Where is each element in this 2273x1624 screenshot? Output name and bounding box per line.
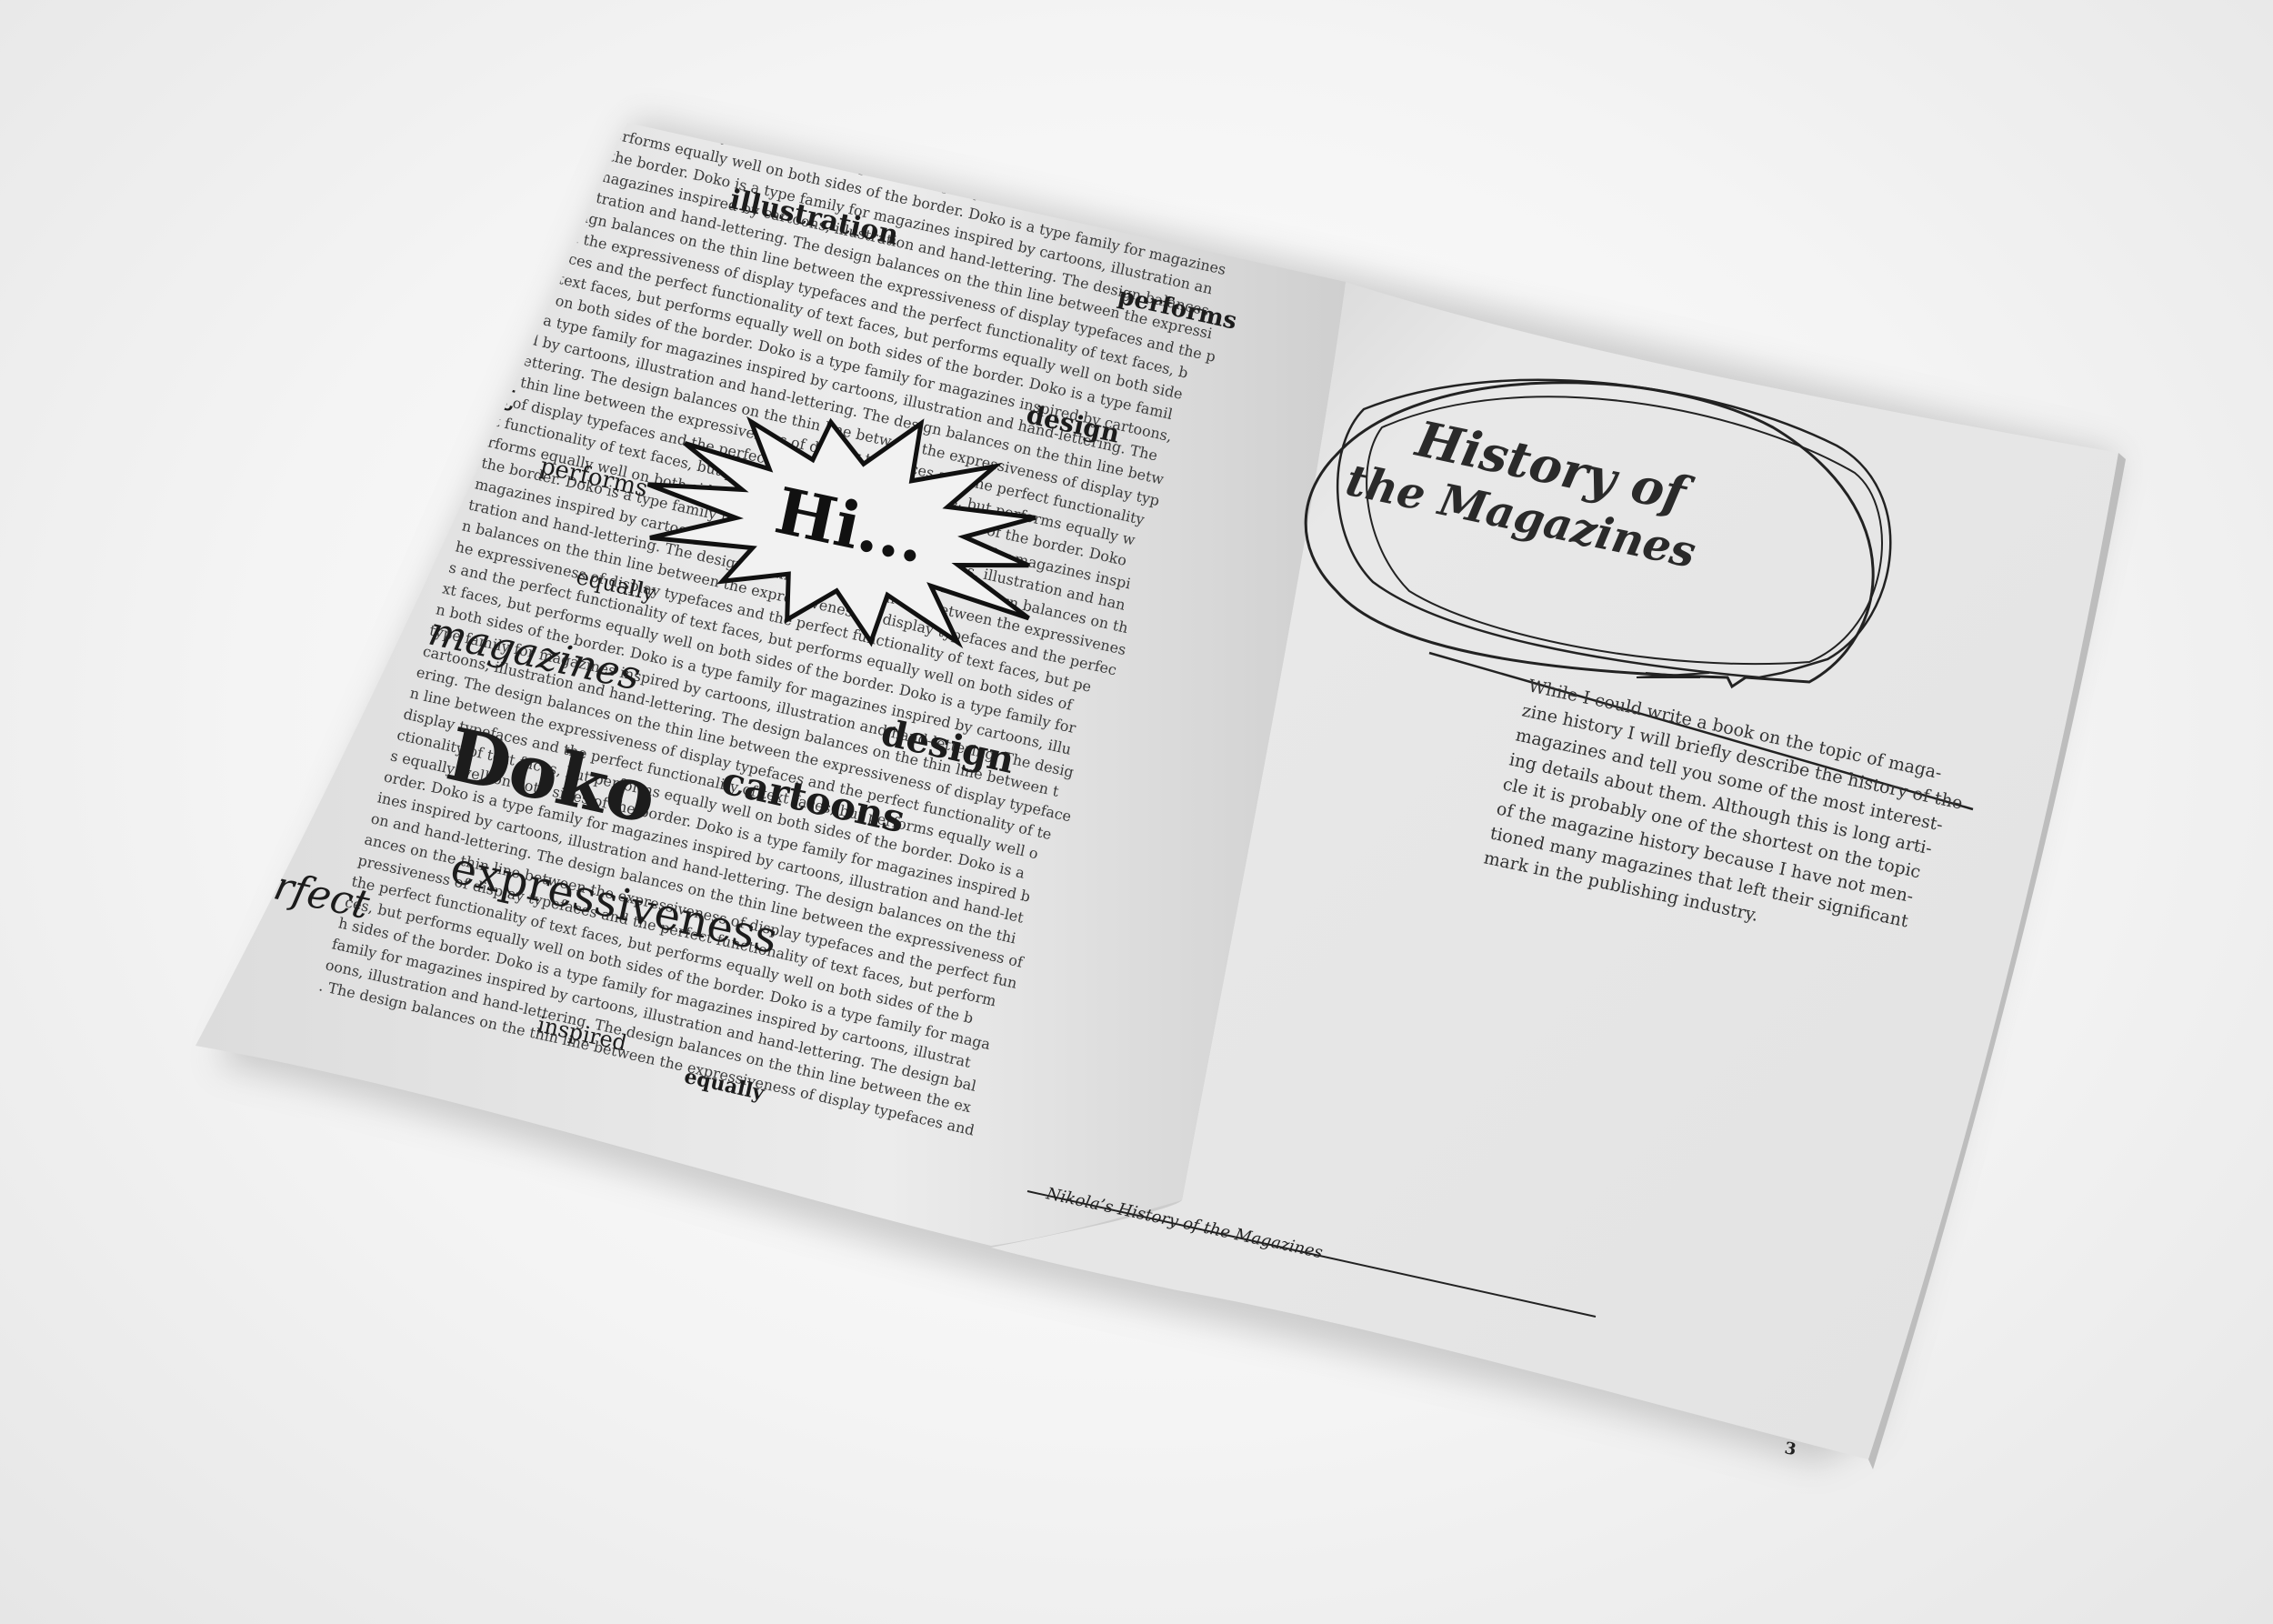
highlight-word: text [434, 358, 521, 421]
background-text-line: Doko is a type family for magazines insp… [623, 0, 1267, 153]
highlight-word: thin [225, 750, 314, 813]
magazine-spread-scene: Doko is a type family for magazines insp… [195, 0, 2126, 1469]
